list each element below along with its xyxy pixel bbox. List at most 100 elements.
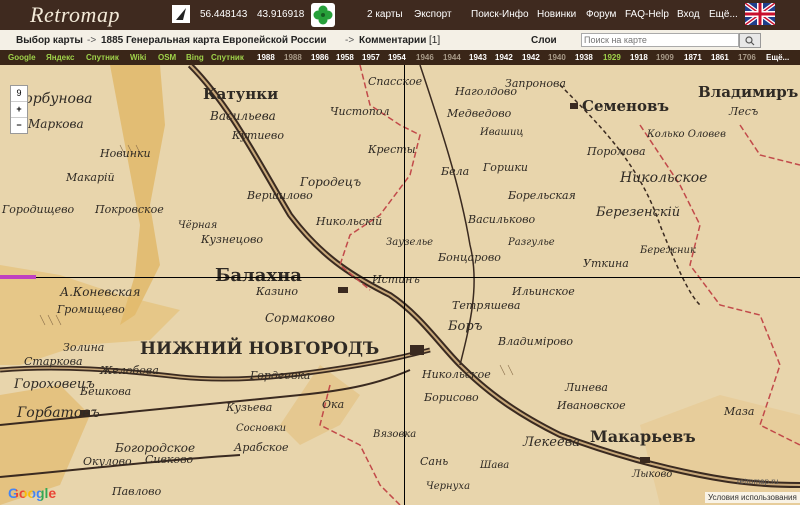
crumb-comments[interactable]: Комментарии	[359, 35, 426, 46]
terms-of-use-link[interactable]: Условия использования	[705, 492, 800, 503]
menu-faq-help[interactable]: FAQ-Help	[625, 9, 669, 20]
layer-option[interactable]: Bing	[186, 53, 204, 62]
map-search-input[interactable]	[581, 33, 739, 47]
layer-option[interactable]: 1946	[416, 53, 434, 62]
layer-option[interactable]: 1861	[711, 53, 729, 62]
place-label: Васильева	[210, 109, 276, 123]
place-label: Поромова	[587, 145, 646, 158]
place-label: Сивково	[145, 453, 194, 466]
place-label: А.Коневская	[60, 285, 141, 299]
menu-two-maps[interactable]: 2 карты	[367, 9, 403, 20]
place-label: Сань	[420, 455, 449, 468]
crumb-separator: ->	[87, 35, 97, 46]
place-label: Колько Оловев	[647, 129, 726, 140]
layer-option[interactable]: 1988	[257, 53, 275, 62]
place-label: Казино	[256, 285, 299, 298]
place-label: Ока	[322, 398, 345, 411]
place-label: Сосновки	[236, 423, 287, 434]
place-label: Боръ	[448, 319, 483, 334]
place-label: Кузнецово	[201, 233, 263, 246]
place-label: Бешкова	[80, 385, 132, 398]
zoom-in-button[interactable]: +	[11, 102, 27, 118]
layer-option[interactable]: 1706	[738, 53, 756, 62]
layers-link[interactable]: Слои	[531, 35, 557, 46]
menu-more[interactable]: Ещё...	[709, 9, 738, 20]
layer-option[interactable]: Спутник	[211, 53, 244, 62]
place-label: Ивановское	[557, 399, 626, 412]
layer-option[interactable]: Wiki	[130, 53, 146, 62]
layer-option[interactable]: 1918	[630, 53, 648, 62]
layer-option[interactable]: 1988	[284, 53, 302, 62]
uk-flag-icon[interactable]	[743, 1, 777, 27]
layer-option[interactable]: 1942	[495, 53, 513, 62]
place-label: Чистопол	[330, 105, 390, 118]
layer-option[interactable]: 1986	[311, 53, 329, 62]
place-label: Никольское	[620, 170, 708, 186]
search-icon	[745, 36, 755, 46]
layer-option[interactable]: Ещё...	[766, 53, 789, 62]
place-label: Ивашиц	[480, 127, 524, 138]
north-arrow-icon[interactable]	[172, 5, 190, 23]
top-bar: Retromap 56.448143 43.916918 2 карты Экс…	[0, 0, 800, 30]
layer-option[interactable]: 1929	[603, 53, 621, 62]
place-label: Тетряшева	[452, 299, 521, 312]
place-label: Сормаково	[265, 311, 335, 325]
search-button[interactable]	[739, 33, 761, 48]
place-label: Борельская	[508, 189, 576, 202]
place-label: Кутиево	[232, 129, 284, 142]
zoom-level: 9	[11, 86, 27, 102]
crumb-map-title[interactable]: 1885 Генеральная карта Европейской Росси…	[101, 35, 327, 46]
layer-option[interactable]: 1958	[336, 53, 354, 62]
clover-icon[interactable]	[311, 3, 335, 27]
place-label: Желобова	[100, 364, 159, 377]
layer-option[interactable]: OSM	[158, 53, 176, 62]
place-label: Горбатовъ	[17, 405, 100, 421]
place-label: Павлово	[112, 485, 162, 498]
menu-new[interactable]: Новинки	[537, 9, 576, 20]
place-label: Покровское	[95, 203, 164, 216]
place-label: Катунки	[203, 85, 279, 103]
zoom-out-button[interactable]: −	[11, 118, 27, 133]
menu-export[interactable]: Экспорт	[414, 9, 452, 20]
place-label: Борисово	[424, 391, 479, 404]
layer-option[interactable]: Яндекс	[46, 53, 74, 62]
place-label: Вязовка	[373, 429, 417, 440]
place-label: Семеновъ	[582, 97, 669, 115]
place-label: Шава	[480, 460, 510, 471]
layer-option[interactable]: 1871	[684, 53, 702, 62]
map-canvas[interactable]: Катунки Спасское Наголдово Запронова Владими…	[0, 65, 800, 505]
map-layer-bar: Google Яндекс Спутник Wiki OSM Bing Спутник 198…	[0, 50, 800, 65]
layer-option[interactable]: 1944	[443, 53, 461, 62]
layer-option[interactable]: Спутник	[86, 53, 119, 62]
layer-option[interactable]: Google	[8, 53, 36, 62]
menu-login[interactable]: Вход	[677, 9, 700, 20]
retromap-logo[interactable]: Retromap	[30, 2, 120, 28]
layer-option[interactable]: 1942	[522, 53, 540, 62]
menu-forum[interactable]: Форум	[586, 9, 616, 20]
place-label: Балахна	[215, 265, 302, 286]
place-label: Макарьевъ	[590, 427, 696, 446]
place-label: Горшки	[483, 161, 529, 174]
layer-option[interactable]: 1943	[469, 53, 487, 62]
crumb-choose-map[interactable]: Выбор карты	[16, 35, 83, 46]
menu-search-info[interactable]: Поиск-Инфо	[471, 9, 529, 20]
layer-option[interactable]: 1938	[575, 53, 593, 62]
place-label: Запронова	[505, 77, 566, 90]
google-logo-text: Google	[8, 485, 57, 501]
google-logo: Google	[8, 485, 56, 501]
place-label: Окулово	[83, 455, 132, 468]
layer-option[interactable]: 1940	[548, 53, 566, 62]
place-label: Новинки	[100, 147, 151, 160]
place-label: Лекеева	[523, 435, 581, 450]
place-label: НИЖНИЙ НОВГОРОДЪ	[140, 339, 380, 359]
place-label: Уткина	[583, 257, 629, 270]
longitude-readout: 43.916918	[257, 9, 305, 20]
zoom-control: 9 + −	[10, 85, 28, 134]
layer-option[interactable]: 1909	[656, 53, 674, 62]
layer-option[interactable]: 1954	[388, 53, 406, 62]
place-label: Маза	[724, 405, 755, 418]
place-label: Чёрная	[178, 220, 218, 231]
scale-bar	[0, 275, 36, 279]
breadcrumb: Выбор карты -> 1885 Генеральная карта Ев…	[0, 30, 800, 51]
layer-option[interactable]: 1957	[362, 53, 380, 62]
